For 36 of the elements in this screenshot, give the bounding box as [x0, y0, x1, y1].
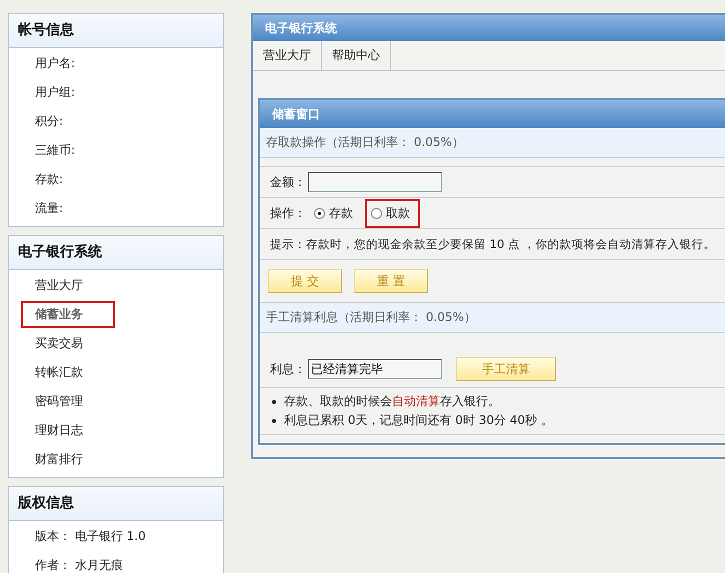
panel-title: 电子银行系统 — [253, 15, 725, 41]
radio-option[interactable]: 存款 — [308, 198, 363, 228]
sidebar-item: 用户名: — [34, 55, 76, 72]
sidebar-item: 流量: — [34, 200, 64, 217]
radio-button[interactable] — [371, 208, 382, 218]
sidebar-item[interactable]: 密码管理 — [21, 388, 97, 415]
field-label: 金额： — [270, 174, 306, 190]
section-heading: 存取款操作（活期日利率： 0.05%） — [266, 134, 464, 151]
sidebar-item[interactable]: 转帐汇款 — [21, 359, 97, 386]
sidebar-item: 积分: — [34, 113, 64, 130]
sidebar-item: 用户组: — [34, 84, 76, 101]
panel-title: 版权信息 — [9, 487, 223, 521]
panel-title: 帐号信息 — [9, 14, 223, 48]
section-heading: 手工清算利息（活期日利率： 0.05%） — [266, 309, 476, 326]
field-label: 利息： — [270, 360, 306, 378]
sidebar-item[interactable]: 财富排行 — [21, 446, 97, 473]
note-text: 存款、取款的时候会自动清算存入银行。 — [284, 393, 500, 410]
radio-button[interactable] — [314, 208, 325, 218]
bullet-icon — [272, 418, 276, 422]
sidebar-item[interactable]: 储蓄业务 — [21, 301, 115, 328]
window-title: 储蓄窗口 — [260, 100, 725, 128]
amount-field[interactable] — [308, 172, 442, 192]
note-text: 利息已累积 0天，记息时间还有 0时 30分 40秒 。 — [284, 412, 553, 429]
sidebar-item: 版本： 电子银行 1.0 — [34, 528, 147, 545]
interest-field[interactable]: 已经清算完毕 — [308, 359, 442, 379]
sidebar-item[interactable]: 营业大厅 — [21, 272, 97, 299]
sidebar-item[interactable]: 理财日志 — [21, 417, 97, 444]
panel-title: 电子银行系统 — [9, 236, 223, 270]
hint-text: 提示：存款时，您的现金余款至少要保留 10 点 ，你的款项将会自动清算存入银行。 — [270, 236, 716, 252]
bullet-icon — [272, 400, 276, 404]
sidebar-item[interactable]: 买卖交易 — [21, 330, 97, 357]
radio-option[interactable]: 取款 — [365, 198, 420, 228]
field-label: 操作： — [270, 204, 306, 222]
sidebar-item: 存款: — [34, 171, 64, 188]
sidebar-item: 作者： 水月无痕 — [34, 557, 124, 573]
sidebar-item: 三維币: — [34, 142, 76, 159]
